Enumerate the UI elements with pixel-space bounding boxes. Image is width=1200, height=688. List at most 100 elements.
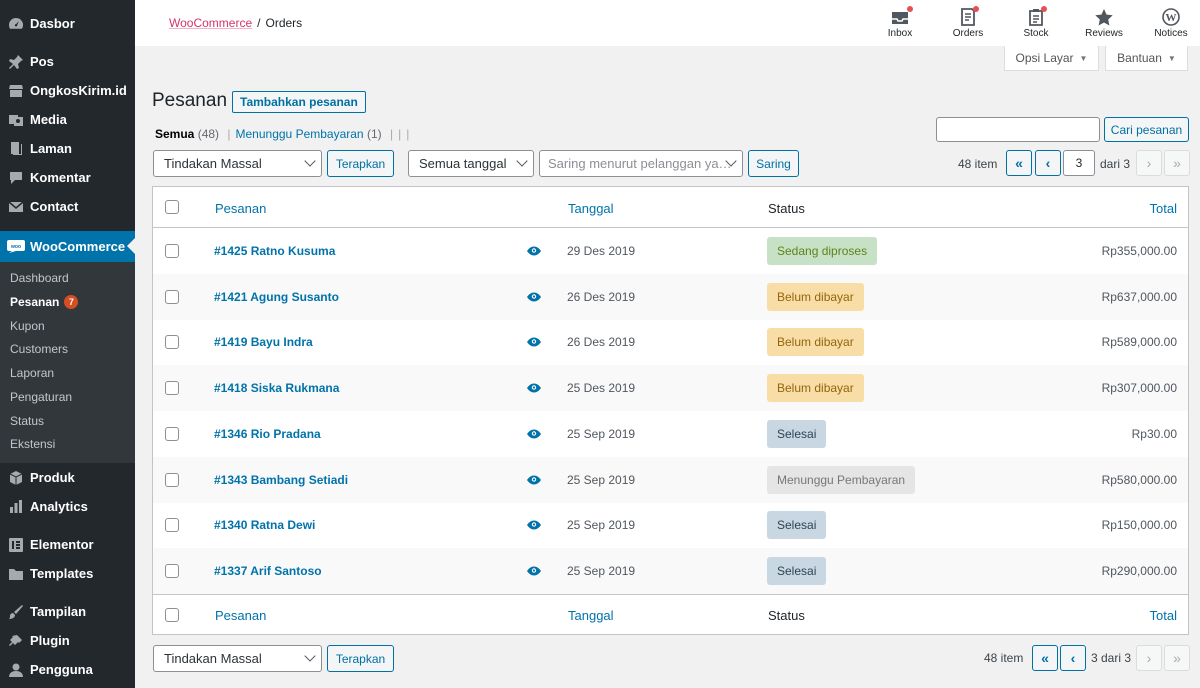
order-link[interactable]: #1421 Agung Susanto: [214, 290, 339, 304]
order-link[interactable]: #1340 Ratna Dewi: [214, 518, 315, 532]
order-link[interactable]: #1343 Bambang Setiadi: [214, 473, 348, 487]
activity-notices[interactable]: W Notices: [1141, 6, 1200, 39]
menu-item-plugin[interactable]: Plugin: [0, 626, 135, 655]
search-orders-input[interactable]: [936, 117, 1100, 142]
prev-page-button[interactable]: ‹: [1060, 645, 1086, 671]
order-link[interactable]: #1418 Siska Rukmana: [214, 381, 339, 395]
eye-icon[interactable]: [527, 427, 541, 442]
eye-icon[interactable]: [527, 290, 541, 305]
row-checkbox[interactable]: [165, 472, 179, 487]
submenu-customers[interactable]: Customers: [10, 340, 68, 358]
add-order-button[interactable]: Tambahkan pesanan: [232, 91, 366, 113]
order-link[interactable]: #1346 Rio Pradana: [214, 427, 321, 441]
submenu-ekstensi[interactable]: Ekstensi: [10, 435, 55, 453]
menu-item-pengguna[interactable]: Pengguna: [0, 655, 135, 684]
first-page-button[interactable]: «: [1006, 150, 1032, 176]
help-button[interactable]: Bantuan ▼: [1105, 46, 1188, 71]
breadcrumb-woocommerce-link[interactable]: WooCommerce: [169, 16, 252, 30]
order-link[interactable]: #1419 Bayu Indra: [214, 335, 313, 349]
column-total[interactable]: Total: [1150, 608, 1177, 623]
first-page-button[interactable]: «: [1032, 645, 1058, 671]
order-total: Rp150,000.00: [1101, 518, 1177, 533]
admin-sidebar: Dasbor Pos OngkosKirim.id Media Laman Ko…: [0, 0, 135, 688]
menu-item-media[interactable]: Media: [0, 105, 135, 134]
menu-item-komentar[interactable]: Komentar: [0, 163, 135, 192]
eye-icon[interactable]: [527, 381, 541, 396]
menu-item-ongkoskirim[interactable]: OngkosKirim.id: [0, 76, 135, 105]
column-total[interactable]: Total: [1150, 201, 1177, 216]
filter-all-link[interactable]: Semua: [155, 127, 194, 141]
menu-item-produk[interactable]: Produk: [0, 463, 135, 492]
user-icon: [0, 662, 30, 678]
eye-icon[interactable]: [527, 335, 541, 350]
woocommerce-header: WooCommerce / Orders Inbox Orders Stock Re…: [135, 0, 1200, 46]
activity-reviews[interactable]: Reviews: [1074, 6, 1134, 39]
row-checkbox[interactable]: [165, 518, 179, 533]
table-row[interactable]: #1346 Rio Pradana 25 Sep 2019 Selesai Rp30.…: [153, 411, 1188, 457]
submenu-pengaturan[interactable]: Pengaturan: [10, 388, 72, 406]
menu-item-templates[interactable]: Templates: [0, 559, 135, 588]
date-filter-select[interactable]: Semua tanggal: [408, 150, 534, 177]
row-checkbox[interactable]: [165, 426, 179, 441]
bulk-action-select[interactable]: Tindakan Massal: [153, 150, 322, 177]
apply-bulk-button[interactable]: Terapkan: [327, 150, 394, 177]
eye-icon[interactable]: [527, 473, 541, 488]
woocommerce-icon: woo: [0, 239, 30, 254]
activity-stock[interactable]: Stock: [1006, 6, 1066, 39]
current-page-input[interactable]: 3: [1063, 150, 1095, 176]
submenu-pesanan[interactable]: Pesanan 7: [10, 293, 79, 311]
menu-item-laman[interactable]: Laman: [0, 134, 135, 163]
order-link[interactable]: #1425 Ratno Kusuma: [214, 244, 335, 258]
filter-pending-link[interactable]: Menunggu Pembayaran: [236, 127, 364, 141]
eye-icon[interactable]: [527, 244, 541, 259]
bulk-action-select-bottom[interactable]: Tindakan Massal: [153, 645, 322, 672]
menu-item-elementor[interactable]: Elementor: [0, 530, 135, 559]
menu-label: Contact: [30, 199, 79, 214]
menu-item-contact[interactable]: Contact: [0, 192, 135, 221]
search-orders-button[interactable]: Cari pesanan: [1104, 117, 1189, 142]
row-checkbox[interactable]: [165, 289, 179, 304]
select-all-checkbox[interactable]: [165, 608, 179, 622]
submenu-laporan[interactable]: Laporan: [10, 364, 54, 382]
column-date[interactable]: Tanggal: [568, 608, 614, 623]
submenu-label: Customers: [10, 342, 69, 356]
activity-inbox[interactable]: Inbox: [870, 6, 930, 39]
table-row[interactable]: #1425 Ratno Kusuma 29 Des 2019 Sedang dipr…: [153, 228, 1188, 274]
customer-filter-select[interactable]: Saring menurut pelanggan ya…: [539, 150, 743, 177]
submenu-kupon[interactable]: Kupon: [10, 317, 45, 335]
table-row[interactable]: #1337 Arif Santoso 25 Sep 2019 Selesai Rp29…: [153, 547, 1188, 594]
chevron-down-icon: [516, 155, 528, 167]
menu-item-tampilan[interactable]: Tampilan: [0, 597, 135, 626]
submenu-dashboard[interactable]: Dashboard: [10, 269, 69, 287]
select-all-checkbox[interactable]: [165, 200, 179, 214]
submenu-status[interactable]: Status: [10, 412, 44, 430]
order-date: 25 Sep 2019: [567, 563, 636, 578]
table-row[interactable]: #1418 Siska Rukmana 25 Des 2019 Belum diba…: [153, 365, 1188, 412]
menu-item-pos[interactable]: Pos: [0, 47, 135, 76]
menu-item-analytics[interactable]: Analytics: [0, 492, 135, 521]
activity-label: Reviews: [1085, 28, 1123, 39]
eye-icon[interactable]: [527, 564, 541, 579]
activity-orders[interactable]: Orders: [938, 6, 998, 39]
column-order[interactable]: Pesanan: [215, 201, 266, 216]
table-row[interactable]: #1340 Ratna Dewi 25 Sep 2019 Selesai Rp150,…: [153, 502, 1188, 548]
eye-icon[interactable]: [527, 518, 541, 533]
order-link[interactable]: #1337 Arif Santoso: [214, 564, 322, 578]
table-row[interactable]: #1343 Bambang Setiadi 25 Sep 2019 Menunggu…: [153, 456, 1188, 503]
prev-page-button[interactable]: ‹: [1035, 150, 1061, 176]
row-checkbox[interactable]: [165, 381, 179, 396]
menu-label: Produk: [30, 470, 75, 485]
table-header: Pesanan Tanggal Status Total: [153, 187, 1188, 228]
row-checkbox[interactable]: [165, 244, 179, 258]
table-row[interactable]: #1419 Bayu Indra 26 Des 2019 Belum dibayar…: [153, 319, 1188, 365]
row-checkbox[interactable]: [165, 335, 179, 350]
menu-item-dasbor[interactable]: Dasbor: [0, 9, 135, 38]
column-order[interactable]: Pesanan: [215, 608, 266, 623]
screen-options-button[interactable]: Opsi Layar ▼: [1004, 46, 1099, 71]
column-date[interactable]: Tanggal: [568, 201, 614, 216]
filter-button[interactable]: Saring: [748, 150, 799, 177]
row-checkbox[interactable]: [165, 563, 179, 578]
table-row[interactable]: #1421 Agung Susanto 26 Des 2019 Belum diba…: [153, 273, 1188, 320]
menu-item-woocommerce[interactable]: woo WooCommerce: [0, 231, 135, 262]
apply-bulk-button-bottom[interactable]: Terapkan: [327, 645, 394, 672]
